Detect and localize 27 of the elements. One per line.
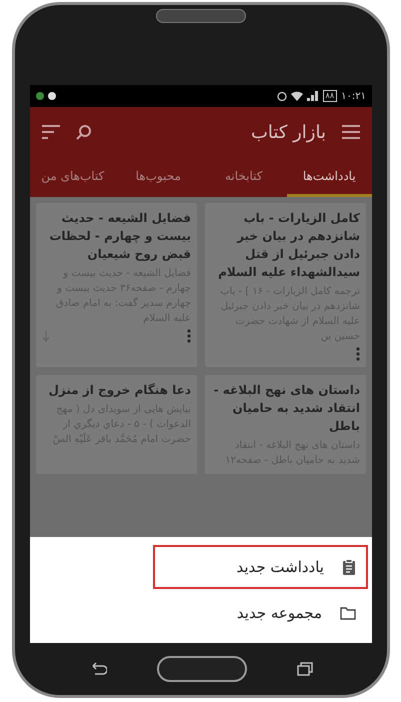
tab[interactable]: محبوب‌ها — [116, 157, 201, 197]
status-time: ۱۰:۲۱ — [341, 90, 366, 104]
clipboard-icon — [342, 559, 356, 575]
note-title: دعا هنگام خروج از منزل — [47, 382, 191, 399]
tab[interactable]: یادداشت‌ها — [286, 157, 372, 197]
menu-icon[interactable] — [342, 125, 360, 139]
note-title: کامل الزیارات - باب شانزدهم در بیان خبر دادن جبرئیل از قتل سیدالشهداء علیه السلام — [217, 210, 360, 281]
folder-icon — [340, 606, 356, 620]
battery-icon: ۸۸ — [322, 90, 338, 102]
recent-apps-icon[interactable] — [297, 662, 313, 676]
more-icon[interactable] — [356, 347, 360, 361]
note-title: داستان های نهج البلاغه - انتقاد شدید به حامیان باطل — [212, 382, 360, 435]
search-icon[interactable] — [76, 124, 92, 140]
sheet-item[interactable]: مجموعه جدید — [153, 591, 368, 635]
tab[interactable]: کتاب‌های من — [30, 157, 116, 197]
home-button[interactable] — [157, 656, 247, 682]
sort-icon[interactable] — [42, 125, 60, 139]
alarm-icon — [276, 91, 287, 101]
app-title: بازار کتاب — [250, 120, 326, 144]
sheet-item-label: مجموعه جدید — [236, 602, 322, 624]
note-title: فضایل الشیعه - حدیث بیست و چهارم - لحظات قبض روح شیعیان — [48, 210, 191, 263]
signal-icon — [306, 91, 319, 101]
sheet-item[interactable]: یادداشت جدید — [153, 545, 368, 589]
wifi-icon — [290, 91, 303, 101]
more-icon[interactable] — [187, 329, 191, 343]
sheet-item-label: یادداشت جدید — [236, 556, 324, 578]
tab[interactable]: کتابخانه — [201, 157, 286, 197]
